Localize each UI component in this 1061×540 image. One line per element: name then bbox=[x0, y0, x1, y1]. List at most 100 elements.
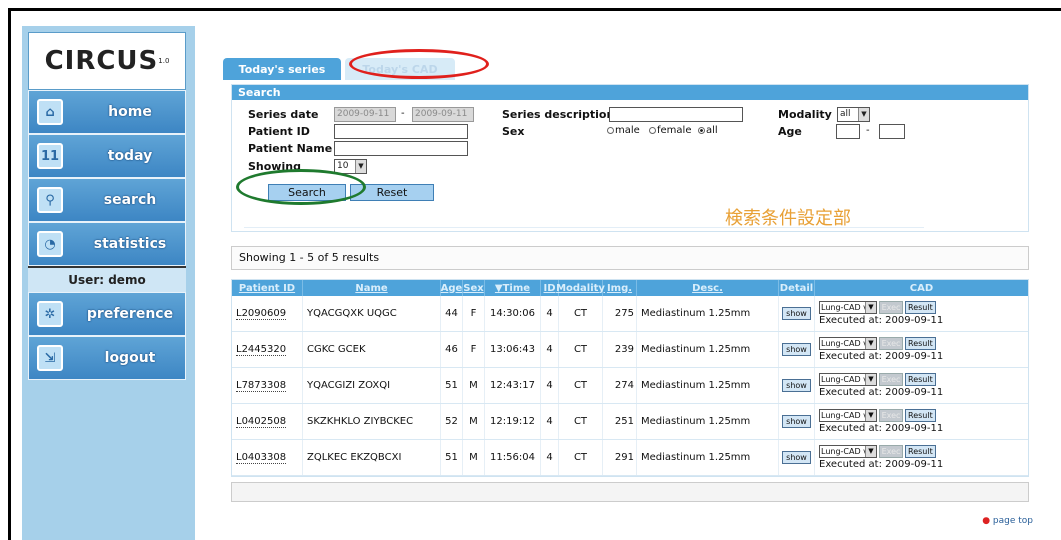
cad-exec-button[interactable]: Exec bbox=[879, 301, 903, 314]
cell-sex: M bbox=[463, 404, 485, 439]
sidebar-item-search[interactable]: ⚲ search bbox=[28, 178, 186, 222]
cell-modality: CT bbox=[559, 296, 603, 331]
cell-patient-id[interactable]: L2445320 bbox=[232, 332, 303, 367]
sex-option-label: male bbox=[615, 125, 640, 136]
result-button[interactable]: Result bbox=[905, 337, 936, 350]
cell-modality: CT bbox=[559, 404, 603, 439]
table-row: L0403308 ZQLKEC EKZQBCXI 51 M 11:56:04 4 CT 291… bbox=[232, 440, 1028, 476]
result-button[interactable]: Result bbox=[905, 409, 936, 422]
result-button[interactable]: Result bbox=[905, 373, 936, 386]
cell-img: 274 bbox=[603, 368, 637, 403]
page-top-link[interactable]: ● page top bbox=[982, 516, 1033, 526]
age-to-field[interactable] bbox=[879, 124, 905, 139]
column-header-age[interactable]: Age bbox=[441, 280, 463, 296]
patient-id-link[interactable]: L0402508 bbox=[236, 416, 287, 428]
patient-id-link[interactable]: L2090609 bbox=[236, 308, 287, 320]
results-summary: Showing 1 - 5 of 5 results bbox=[231, 246, 1029, 270]
calendar-icon: 11 bbox=[37, 143, 63, 169]
show-button[interactable]: show bbox=[782, 451, 811, 464]
patient-name-field[interactable] bbox=[334, 141, 468, 156]
sex-option-label: female bbox=[657, 125, 692, 136]
cad-select[interactable]: Lung-CAD v.1 ▼ bbox=[819, 301, 877, 314]
chevron-down-icon: ▼ bbox=[865, 446, 876, 457]
column-header-modality[interactable]: Modality bbox=[556, 280, 605, 296]
sex-radio-male[interactable]: male bbox=[607, 125, 640, 136]
cad-select[interactable]: Lung-CAD v.1 ▼ bbox=[819, 337, 877, 350]
logo-version: 1.0 bbox=[158, 57, 170, 65]
sidebar-item-home[interactable]: ⌂ home bbox=[28, 90, 186, 134]
column-header-sex[interactable]: Sex bbox=[463, 280, 485, 296]
cad-exec-button[interactable]: Exec bbox=[879, 445, 903, 458]
show-button[interactable]: show bbox=[782, 343, 811, 356]
series-date-to-field[interactable]: 2009-09-11 bbox=[412, 107, 474, 122]
chart-icon: ◔ bbox=[37, 231, 63, 257]
sidebar-nav: ⌂ home 11 today ⚲ search ◔ statistics Us… bbox=[28, 90, 186, 380]
sidebar-item-preference[interactable]: ✲ preference bbox=[28, 292, 186, 336]
column-header-patient-id[interactable]: Patient ID bbox=[232, 280, 303, 296]
sidebar-item-statistics[interactable]: ◔ statistics bbox=[28, 222, 186, 266]
patient-id-link[interactable]: L2445320 bbox=[236, 344, 287, 356]
sidebar-item-label: search bbox=[103, 192, 157, 208]
patient-id-link[interactable]: L7873308 bbox=[236, 380, 287, 392]
sidebar: CIRCUS 1.0 ⌂ home 11 today ⚲ search ◔ sta… bbox=[22, 26, 195, 540]
table-row: L7873308 YQACGIZI ZOXQI 51 M 12:43:17 4 CT 274 M… bbox=[232, 368, 1028, 404]
sex-radio-female[interactable]: female bbox=[649, 125, 691, 136]
bullet-icon: ● bbox=[982, 516, 993, 526]
cad-select[interactable]: Lung-CAD v.1 ▼ bbox=[819, 373, 877, 386]
show-button[interactable]: show bbox=[782, 415, 811, 428]
cell-desc: Mediastinum 1.25mm bbox=[637, 332, 779, 367]
cad-exec-button[interactable]: Exec bbox=[879, 373, 903, 386]
series-description-field[interactable] bbox=[609, 107, 743, 122]
cell-id: 4 bbox=[541, 296, 559, 331]
age-from-field[interactable] bbox=[836, 124, 860, 139]
cell-patient-id[interactable]: L2090609 bbox=[232, 296, 303, 331]
cell-modality: CT bbox=[559, 368, 603, 403]
cell-desc: Mediastinum 1.25mm bbox=[637, 368, 779, 403]
cell-patient-id[interactable]: L0402508 bbox=[232, 404, 303, 439]
column-header-time[interactable]: ▼Time bbox=[485, 280, 541, 296]
cell-cad: Lung-CAD v.1 ▼ Exec Result Executed at: 2009… bbox=[815, 404, 1028, 439]
cell-time: 12:43:17 bbox=[485, 368, 541, 403]
cell-patient-id[interactable]: L7873308 bbox=[232, 368, 303, 403]
chevron-down-icon: ▼ bbox=[865, 302, 876, 313]
cell-name: YQACGQXK UQGC bbox=[303, 296, 441, 331]
sidebar-item-today[interactable]: 11 today bbox=[28, 134, 186, 178]
search-panel-title: Search bbox=[232, 85, 1028, 100]
cad-controls: Lung-CAD v.1 ▼ Exec Result bbox=[819, 337, 936, 350]
column-header-cad: CAD bbox=[909, 282, 934, 294]
app-logo: CIRCUS 1.0 bbox=[28, 32, 186, 90]
column-header-name[interactable]: Name bbox=[303, 280, 441, 296]
showing-annotation-oval bbox=[236, 169, 366, 205]
cad-select[interactable]: Lung-CAD v.1 ▼ bbox=[819, 409, 877, 422]
cell-time: 11:56:04 bbox=[485, 440, 541, 475]
column-header-desc[interactable]: Desc. bbox=[637, 280, 779, 296]
patient-id-link[interactable]: L0403308 bbox=[236, 452, 287, 464]
sidebar-item-logout[interactable]: ⇲ logout bbox=[28, 336, 186, 380]
sex-option-label: all bbox=[706, 125, 718, 136]
cad-exec-button[interactable]: Exec bbox=[879, 409, 903, 422]
cell-cad: Lung-CAD v.1 ▼ Exec Result Executed at: 2009… bbox=[815, 332, 1028, 367]
cell-modality: CT bbox=[559, 332, 603, 367]
tab-todays-series[interactable]: Today's series bbox=[223, 58, 341, 80]
show-button[interactable]: show bbox=[782, 379, 811, 392]
cell-sex: F bbox=[463, 332, 485, 367]
modality-select[interactable]: all ▼ bbox=[837, 107, 870, 122]
cell-patient-id[interactable]: L0403308 bbox=[232, 440, 303, 475]
column-header-img[interactable]: Img. bbox=[603, 280, 637, 296]
chevron-down-icon: ▼ bbox=[865, 338, 876, 349]
sex-radio-all[interactable]: all bbox=[698, 125, 718, 136]
cell-img: 251 bbox=[603, 404, 637, 439]
cell-desc: Mediastinum 1.25mm bbox=[637, 296, 779, 331]
series-date-from-field[interactable]: 2009-09-11 bbox=[334, 107, 396, 122]
chevron-down-icon: ▼ bbox=[865, 410, 876, 421]
cell-desc: Mediastinum 1.25mm bbox=[637, 440, 779, 475]
cell-name: YQACGIZI ZOXQI bbox=[303, 368, 441, 403]
cad-select[interactable]: Lung-CAD v.1 ▼ bbox=[819, 445, 877, 458]
patient-id-field[interactable] bbox=[334, 124, 468, 139]
cad-executed-text: Executed at: 2009-09-11 bbox=[819, 315, 944, 326]
cad-exec-button[interactable]: Exec bbox=[879, 337, 903, 350]
result-button[interactable]: Result bbox=[905, 445, 936, 458]
result-button[interactable]: Result bbox=[905, 301, 936, 314]
show-button[interactable]: show bbox=[782, 307, 811, 320]
home-icon: ⌂ bbox=[37, 99, 63, 125]
